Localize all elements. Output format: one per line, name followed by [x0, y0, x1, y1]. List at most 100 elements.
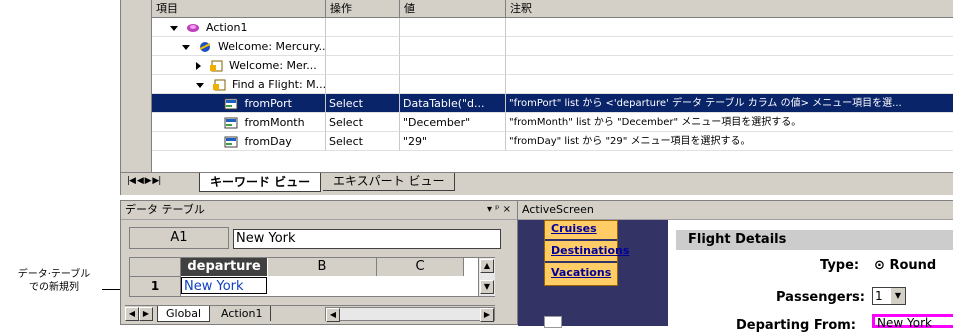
keyword-row-page-welcome[interactable]: Welcome: Mer...: [152, 56, 953, 75]
tab-expert-view[interactable]: エキスパート ビュー: [323, 173, 456, 191]
annotation-line1: データ·テーブル: [17, 269, 91, 280]
scroll-up-icon[interactable]: ▲: [480, 259, 494, 273]
list-icon: [224, 136, 238, 148]
data-cell-a1[interactable]: New York: [181, 277, 267, 294]
row-number: 1: [130, 277, 181, 296]
list-icon: [224, 98, 238, 110]
cell-value: [400, 75, 506, 94]
cell-operation: [326, 37, 400, 56]
collapse-arrow-icon[interactable]: [196, 62, 201, 70]
departing-value: New York: [877, 316, 932, 330]
column-header-note[interactable]: 注釈: [506, 0, 953, 17]
column-header-departure[interactable]: departure: [181, 258, 267, 276]
cell-value: "29": [400, 132, 506, 151]
keyword-row-action1[interactable]: Action1: [152, 18, 953, 37]
list-icon: [224, 117, 238, 129]
cell-note: [506, 56, 953, 75]
scroll-left-icon[interactable]: ◀: [326, 308, 340, 322]
cell-item: fromDay: [152, 132, 326, 151]
scroll-down-icon[interactable]: ▼: [480, 280, 494, 294]
active-screen-panel: ActiveScreen Cruises Destinations Vacati…: [518, 200, 953, 333]
cell-ref: A1: [170, 230, 188, 245]
cell-value: [400, 56, 506, 75]
site-nav-sidebar: Cruises Destinations Vacations: [518, 220, 668, 328]
cell-value: DataTable("d...: [400, 94, 506, 113]
column-header-b[interactable]: B: [268, 258, 377, 276]
h-scrollbar[interactable]: ◀ ▶: [325, 307, 495, 322]
data-table-title: データ テーブル: [125, 203, 205, 216]
type-radio[interactable]: ⊙ Round: [874, 258, 936, 273]
annotation-line2: での新規列: [29, 282, 79, 293]
cell-operation: [326, 18, 400, 37]
flight-details-header: Flight Details: [676, 230, 953, 250]
item-label: Welcome: Mer...: [229, 59, 317, 72]
row-header-corner: [130, 258, 181, 277]
departing-label: Departing From:: [736, 318, 856, 333]
keyword-row-fromport[interactable]: fromPort Select DataTable("d... "fromPor…: [152, 94, 953, 113]
flight-details-title: Flight Details: [688, 232, 787, 247]
cell-item: Welcome: Mer...: [152, 56, 326, 75]
active-screen-title-bar: ActiveScreen: [518, 201, 953, 220]
cell-ref-box: A1: [129, 227, 229, 249]
column-header-c[interactable]: C: [377, 258, 464, 276]
page-icon: [212, 79, 225, 91]
cell-value: "December": [400, 113, 506, 132]
cell-operation: Select: [326, 94, 400, 113]
cell-value: [400, 18, 506, 37]
scroll-right-icon[interactable]: ▶: [480, 308, 494, 322]
cell-note: "fromDay" list から "29" メニュー項目を選択する。: [506, 132, 953, 151]
keyword-grid: 項目 操作 値 注釈 Action1 Welcome: Mercury... W…: [151, 0, 953, 172]
cell-note: "fromPort" list から <'departure' データ テーブル…: [506, 94, 953, 113]
keyword-row-page-find-flight[interactable]: Find a Flight: M...: [152, 75, 953, 94]
cell-note: [506, 75, 953, 94]
sheet-prev-icon[interactable]: ◀: [125, 307, 139, 321]
data-table-title-bar: データ テーブル ▾ ᵖ ×: [121, 201, 517, 220]
item-label: Find a Flight: M...: [232, 78, 326, 91]
keyword-view-panel: 項目 操作 値 注釈 Action1 Welcome: Mercury... W…: [120, 0, 953, 195]
nav-link-box: Cruises Destinations Vacations: [544, 220, 629, 286]
cell-value-text: New York: [236, 231, 296, 246]
item-label: Action1: [206, 21, 248, 34]
tab-nav-buttons[interactable]: |◀ ◀ ▶ ▶|: [127, 176, 161, 186]
item-label: fromDay: [244, 135, 292, 148]
panel-controls[interactable]: ▾ ᵖ ×: [487, 201, 511, 219]
data-table-panel: データ テーブル ▾ ᵖ × A1 New York departure B C…: [120, 200, 518, 325]
cell-value: [400, 37, 506, 56]
expand-arrow-icon[interactable]: [170, 25, 178, 31]
column-header-operation[interactable]: 操作: [326, 0, 400, 17]
cell-item: fromMonth: [152, 113, 326, 132]
nav-link-cruises[interactable]: Cruises: [545, 221, 617, 241]
expand-arrow-icon[interactable]: [196, 82, 204, 88]
cell-note: [506, 37, 953, 56]
column-header-item[interactable]: 項目: [152, 0, 326, 17]
sheet-tab-global[interactable]: Global: [157, 306, 211, 322]
expand-arrow-icon[interactable]: [182, 44, 190, 50]
keyword-row-fromday[interactable]: fromDay Select "29" "fromDay" list から "2…: [152, 132, 953, 151]
keyword-row-frommonth[interactable]: fromMonth Select "December" "fromMonth" …: [152, 113, 953, 132]
nav-link-destinations[interactable]: Destinations: [545, 241, 629, 263]
item-label: fromMonth: [244, 116, 305, 129]
cell-item: fromPort: [152, 94, 326, 113]
passengers-select[interactable]: 1 ▼: [872, 287, 906, 305]
tab-keyword-view[interactable]: キーワード ビュー: [199, 173, 322, 192]
keyword-grid-header: 項目 操作 値 注釈: [152, 0, 953, 18]
item-label: fromPort: [244, 97, 292, 110]
v-scrollbar[interactable]: ▲ ▼: [478, 258, 495, 296]
departing-select[interactable]: New York: [872, 314, 953, 330]
nav-link-vacations[interactable]: Vacations: [545, 263, 617, 283]
cell-value-input[interactable]: New York: [233, 229, 501, 249]
cell-note: [506, 18, 953, 37]
cell-operation: [326, 75, 400, 94]
item-label: Welcome: Mercury...: [218, 40, 326, 53]
view-tab-bar: |◀ ◀ ▶ ▶| キーワード ビュー エキスパート ビュー: [121, 172, 953, 195]
keyword-row-browser[interactable]: Welcome: Mercury...: [152, 37, 953, 56]
page-icon: [209, 60, 222, 72]
sheet-next-icon[interactable]: ▶: [139, 307, 153, 321]
active-screen-content: Cruises Destinations Vacations Flight De…: [518, 220, 953, 333]
cell-operation: Select: [326, 113, 400, 132]
dropdown-arrow-icon[interactable]: ▼: [891, 288, 905, 304]
column-header-value[interactable]: 値: [400, 0, 506, 17]
radio-selected-icon[interactable]: ⊙: [874, 258, 885, 273]
sheet-tab-action1[interactable]: Action1: [213, 306, 272, 321]
annotation-label: データ·テーブル での新規列: [8, 268, 100, 294]
